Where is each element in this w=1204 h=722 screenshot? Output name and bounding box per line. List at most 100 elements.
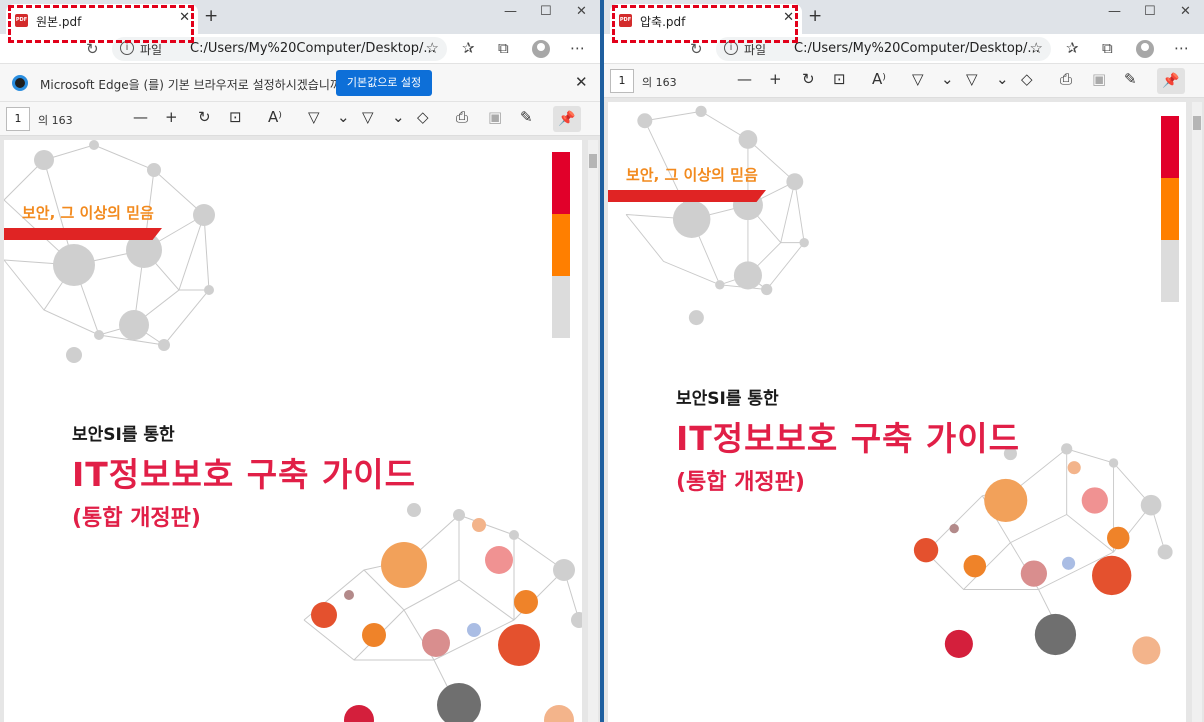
close-icon[interactable]: ✕ <box>783 10 794 25</box>
highlight-icon[interactable]: ▽ <box>362 108 374 126</box>
scrollbar[interactable] <box>1192 102 1202 722</box>
pdf-toolbar: 1 의 163 — + ↻ ⊡ A⁾ ▽ ⌄ ▽ ⌄ ◇ ⎙ ▣ ✎ 📌 <box>604 64 1204 98</box>
print-icon[interactable]: ⎙ <box>1060 70 1072 88</box>
pin-icon[interactable]: 📌 <box>553 106 581 132</box>
collections-icon[interactable]: ⧉ <box>1102 39 1113 57</box>
file-label: 파일 <box>140 43 163 57</box>
color-stripe-gray <box>1161 240 1179 302</box>
pdf-viewer: 보안, 그 이상의 믿음 보안SI를 통한 IT정보보호 구축 가이드 (통합 … <box>0 136 600 722</box>
tab-original-pdf[interactable]: PDF 원본.pdf ✕ <box>6 4 198 34</box>
rotate-icon[interactable]: ↻ <box>198 108 211 126</box>
infobar-text: Microsoft Edge을 (를) 기본 브라우저로 설정하시겠습니까? <box>40 78 348 92</box>
tab-compressed-pdf[interactable]: PDF 압축.pdf ✕ <box>610 4 802 34</box>
address-bar: ↻ i 파일 C:/Users/My%20Computer/Desktop/..… <box>604 34 1204 64</box>
save-as-icon[interactable]: ✎ <box>1124 70 1137 88</box>
maximize-button[interactable]: ☐ <box>1144 4 1156 19</box>
refresh-icon[interactable]: ↻ <box>86 40 99 58</box>
pdf-icon: PDF <box>15 14 28 27</box>
fit-page-icon[interactable]: ⊡ <box>229 108 242 126</box>
set-default-button[interactable]: 기본값으로 설정 <box>336 70 432 96</box>
color-stripe-orange <box>552 214 570 276</box>
tab-strip: PDF 원본.pdf ✕ + — ☐ ✕ <box>0 0 600 34</box>
print-icon[interactable]: ⎙ <box>456 108 468 126</box>
zoom-in-icon[interactable]: + <box>769 70 782 88</box>
minimize-button[interactable]: — <box>1108 4 1121 19</box>
page-number-input[interactable]: 1 <box>610 69 634 93</box>
page-total: 의 163 <box>642 76 677 89</box>
file-label: 파일 <box>744 43 767 57</box>
refresh-icon[interactable]: ↻ <box>690 40 703 58</box>
url-field[interactable]: i 파일 C:/Users/My%20Computer/Desktop/... … <box>112 37 447 61</box>
pdf-page: 보안, 그 이상의 믿음 보안SI를 통한 IT정보보호 구축 가이드 (통합 … <box>608 102 1186 722</box>
draw-icon[interactable]: ▽ <box>912 70 924 88</box>
favorites-icon[interactable]: ✰ <box>462 39 475 57</box>
info-icon[interactable]: i <box>120 41 134 55</box>
title: IT정보보호 구축 가이드 <box>676 419 1021 458</box>
chevron-down-icon[interactable]: ⌄ <box>941 70 954 88</box>
minimize-button[interactable]: — <box>504 4 517 19</box>
title-sub: (통합 개정판) <box>676 470 805 495</box>
chevron-down-icon[interactable]: ⌄ <box>996 70 1009 88</box>
tab-title: 압축.pdf <box>640 15 686 29</box>
close-icon[interactable]: ✕ <box>575 73 588 91</box>
maximize-button[interactable]: ☐ <box>540 4 552 19</box>
scrollbar-thumb[interactable] <box>1193 116 1201 130</box>
color-stripe-red <box>552 152 570 214</box>
profile-icon[interactable] <box>1136 40 1154 58</box>
profile-icon[interactable] <box>532 40 550 58</box>
new-tab-button[interactable]: + <box>808 6 822 26</box>
zoom-in-icon[interactable]: + <box>165 108 178 126</box>
save-as-icon[interactable]: ✎ <box>520 108 533 126</box>
motto-text: 보안, 그 이상의 믿음 <box>626 166 758 184</box>
close-window-button[interactable]: ✕ <box>576 4 587 19</box>
new-tab-button[interactable]: + <box>204 6 218 26</box>
title-sub: (통합 개정판) <box>72 506 201 531</box>
info-icon[interactable]: i <box>724 41 738 55</box>
rotate-icon[interactable]: ↻ <box>802 70 815 88</box>
star-icon[interactable]: ☆ <box>426 39 439 57</box>
tab-title: 원본.pdf <box>36 15 82 29</box>
fit-page-icon[interactable]: ⊡ <box>833 70 846 88</box>
url-text: C:/Users/My%20Computer/Desktop/... <box>794 41 1040 56</box>
draw-icon[interactable]: ▽ <box>308 108 320 126</box>
zoom-out-icon[interactable]: — <box>133 108 148 126</box>
url-field[interactable]: i 파일 C:/Users/My%20Computer/Desktop/... … <box>716 37 1051 61</box>
pdf-page: 보안, 그 이상의 믿음 보안SI를 통한 IT정보보호 구축 가이드 (통합 … <box>4 140 582 722</box>
favorites-icon[interactable]: ✰ <box>1066 39 1079 57</box>
address-bar: ↻ i 파일 C:/Users/My%20Computer/Desktop/..… <box>0 34 600 64</box>
highlight-icon[interactable]: ▽ <box>966 70 978 88</box>
more-icon[interactable]: ⋯ <box>1174 39 1189 57</box>
page-number-input[interactable]: 1 <box>6 107 30 131</box>
subtitle: 보안SI를 통한 <box>676 389 779 409</box>
close-window-button[interactable]: ✕ <box>1180 4 1191 19</box>
read-aloud-icon[interactable]: A⁾ <box>268 108 282 126</box>
read-aloud-icon[interactable]: A⁾ <box>872 70 886 88</box>
color-stripe-gray <box>552 276 570 338</box>
color-stripe-orange <box>1161 178 1179 240</box>
page-total: 의 163 <box>38 114 73 127</box>
color-stripe-red <box>1161 116 1179 178</box>
scrollbar[interactable] <box>588 140 598 722</box>
save-icon[interactable]: ▣ <box>488 108 502 126</box>
chevron-down-icon[interactable]: ⌄ <box>337 108 350 126</box>
close-icon[interactable]: ✕ <box>179 10 190 25</box>
pdf-viewer: 보안, 그 이상의 믿음 보안SI를 통한 IT정보보호 구축 가이드 (통합 … <box>604 98 1204 722</box>
save-icon[interactable]: ▣ <box>1092 70 1106 88</box>
scrollbar-thumb[interactable] <box>589 154 597 168</box>
url-text: C:/Users/My%20Computer/Desktop/... <box>190 41 436 56</box>
eraser-icon[interactable]: ◇ <box>1021 70 1033 88</box>
default-browser-infobar: Microsoft Edge을 (를) 기본 브라우저로 설정하시겠습니까? 기… <box>0 64 600 102</box>
chevron-down-icon[interactable]: ⌄ <box>392 108 405 126</box>
motto-text: 보안, 그 이상의 믿음 <box>22 204 154 222</box>
collections-icon[interactable]: ⧉ <box>498 39 509 57</box>
title: IT정보보호 구축 가이드 <box>72 455 417 494</box>
star-icon[interactable]: ☆ <box>1030 39 1043 57</box>
more-icon[interactable]: ⋯ <box>570 39 585 57</box>
right-browser-window: PDF 압축.pdf ✕ + — ☐ ✕ ↻ i 파일 C:/Users/My%… <box>604 0 1204 722</box>
pin-icon[interactable]: 📌 <box>1157 68 1185 94</box>
eraser-icon[interactable]: ◇ <box>417 108 429 126</box>
left-browser-window: PDF 원본.pdf ✕ + — ☐ ✕ ↻ i 파일 C:/Users/My%… <box>0 0 600 722</box>
edge-logo-icon <box>12 75 28 91</box>
subtitle: 보안SI를 통한 <box>72 425 175 445</box>
zoom-out-icon[interactable]: — <box>737 70 752 88</box>
